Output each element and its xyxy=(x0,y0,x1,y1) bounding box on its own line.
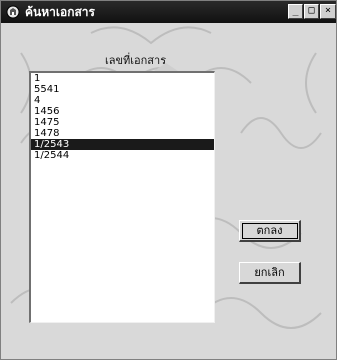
main-window: ค้นหาเอกสาร _ □ × เลขที่เอกสาร 1 5541 4 … xyxy=(0,0,337,360)
list-item[interactable]: 1 xyxy=(31,73,214,84)
document-number-list[interactable]: 1 5541 4 1456 1475 1478 1/2543 1/2544 xyxy=(29,71,215,323)
minimize-button[interactable]: _ xyxy=(288,4,303,19)
app-icon xyxy=(6,5,20,19)
list-item[interactable]: 5541 xyxy=(31,84,214,95)
list-item[interactable]: 4 xyxy=(31,95,214,106)
window-title: ค้นหาเอกสาร xyxy=(25,5,95,19)
title-bar[interactable]: ค้นหาเอกสาร _ □ × xyxy=(1,1,336,23)
cancel-button[interactable]: ยกเลิก xyxy=(239,262,301,284)
close-button[interactable]: × xyxy=(320,4,336,19)
document-number-label: เลขที่เอกสาร xyxy=(105,54,167,67)
list-item[interactable]: 1478 xyxy=(31,128,214,139)
list-item[interactable]: 1475 xyxy=(31,117,214,128)
list-item[interactable]: 1456 xyxy=(31,106,214,117)
list-item-selected[interactable]: 1/2543 xyxy=(31,139,214,150)
list-item[interactable]: 1/2544 xyxy=(31,150,214,161)
ok-button[interactable]: ตกลง xyxy=(239,220,301,242)
maximize-button[interactable]: □ xyxy=(304,4,319,19)
dialog-body: เลขที่เอกสาร 1 5541 4 1456 1475 1478 1/2… xyxy=(1,23,336,359)
